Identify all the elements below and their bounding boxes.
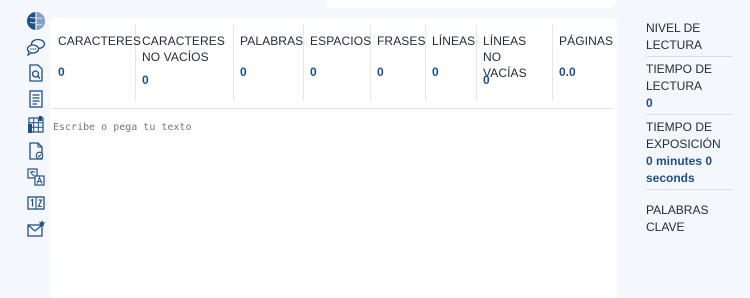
reading-time-value: 0 — [646, 96, 653, 110]
stat-pages: PÁGINAS 0.0 — [553, 25, 613, 101]
stat-sentences: FRASES 0 — [371, 25, 426, 101]
chat-bubbles-icon[interactable] — [25, 36, 47, 57]
reading-level-label: NIVEL DE LECTURA — [646, 21, 703, 52]
stat-label: CARACTERES NO VACÍOS — [142, 34, 226, 64]
stat-label: FRASES — [377, 34, 426, 48]
document-lines-icon[interactable] — [25, 88, 47, 109]
stat-words: PALABRAS 0 — [234, 25, 304, 101]
document-search-icon[interactable] — [25, 62, 47, 83]
stat-characters: CARACTERES 0 — [52, 25, 142, 101]
brain-icon[interactable] — [25, 10, 47, 31]
grid-chart-icon[interactable] — [25, 114, 47, 135]
stat-label: PALABRAS — [240, 34, 304, 48]
document-check-icon[interactable] — [25, 140, 47, 161]
stat-spaces: ESPACIOS 0 — [304, 25, 371, 101]
keywords-label: PALABRAS CLAVE — [646, 203, 709, 234]
reading-time-label: TIEMPO DE LECTURA — [646, 62, 713, 93]
main-panel: CARACTERES 0 CARACTERES NO VACÍOS 0 PALA… — [50, 18, 617, 298]
stat-non-empty-characters: CARACTERES NO VACÍOS 0 — [136, 25, 234, 101]
stat-value: 0 — [240, 65, 247, 79]
stat-label: ESPACIOS — [310, 34, 372, 48]
stat-label: LÍNEAS — [432, 34, 476, 48]
counter-icon[interactable] — [25, 192, 47, 213]
speaking-time-value: 0 minutes 0 seconds — [646, 154, 713, 185]
speaking-time: TIEMPO DE EXPOSICIÓN 0 minutes 0 seconds — [646, 119, 732, 190]
reading-level: NIVEL DE LECTURA — [646, 20, 732, 57]
keywords: PALABRAS CLAVE — [646, 202, 732, 238]
stats-row: CARACTERES 0 CARACTERES NO VACÍOS 0 PALA… — [52, 25, 613, 109]
stat-label: CARACTERES — [58, 34, 142, 48]
stat-value: 0 — [310, 65, 317, 79]
stat-value: 0 — [142, 73, 149, 87]
reading-info-panel: NIVEL DE LECTURA TIEMPO DE LECTURA 0 TIE… — [646, 20, 732, 242]
stat-value: 0 — [58, 65, 65, 79]
stat-value: 0 — [432, 65, 439, 79]
speaking-time-label: TIEMPO DE EXPOSICIÓN — [646, 120, 721, 151]
stat-value: 0.0 — [559, 65, 576, 79]
stat-lines: LÍNEAS 0 — [426, 25, 477, 101]
text-input[interactable] — [53, 122, 608, 282]
translate-icon[interactable] — [25, 166, 47, 187]
stat-label: LÍNEAS NO VACÍAS — [483, 34, 527, 80]
top-strip — [326, 0, 616, 8]
stat-non-empty-lines: LÍNEAS NO VACÍAS 0 — [477, 25, 553, 101]
stat-label: PÁGINAS — [559, 34, 614, 48]
stat-value: 0 — [377, 65, 384, 79]
reading-time: TIEMPO DE LECTURA 0 — [646, 61, 732, 115]
mail-star-icon[interactable] — [25, 218, 47, 239]
stat-value: 0 — [483, 73, 490, 87]
tool-rail — [22, 10, 50, 239]
